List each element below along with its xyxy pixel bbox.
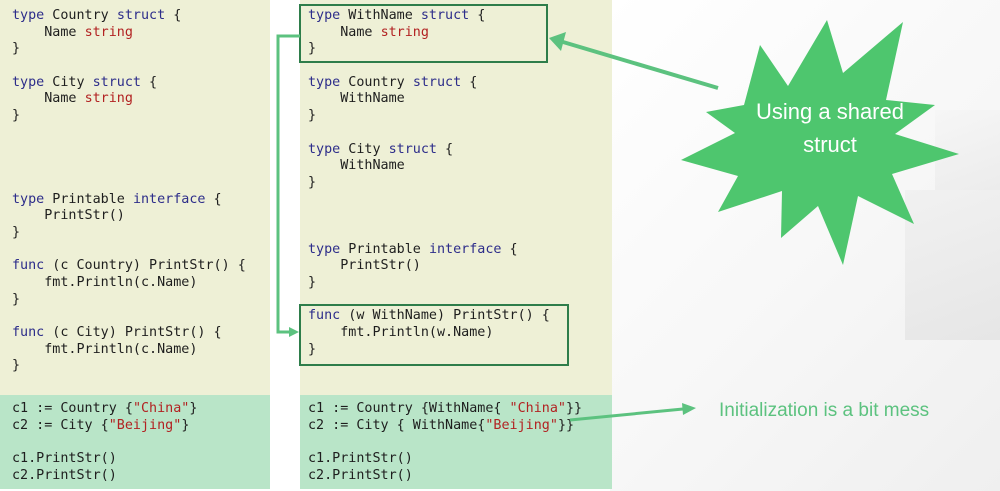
initialization-note: Initialization is a bit mess	[719, 400, 930, 421]
connector-line	[276, 34, 300, 334]
connector-arrowhead	[289, 327, 299, 337]
note-arrowhead	[682, 403, 696, 415]
callout-arrowhead	[549, 32, 566, 51]
callout-text: Using a shared struct	[756, 99, 904, 157]
note-arrow-line	[569, 407, 684, 422]
callout-arrow-line	[562, 40, 719, 90]
